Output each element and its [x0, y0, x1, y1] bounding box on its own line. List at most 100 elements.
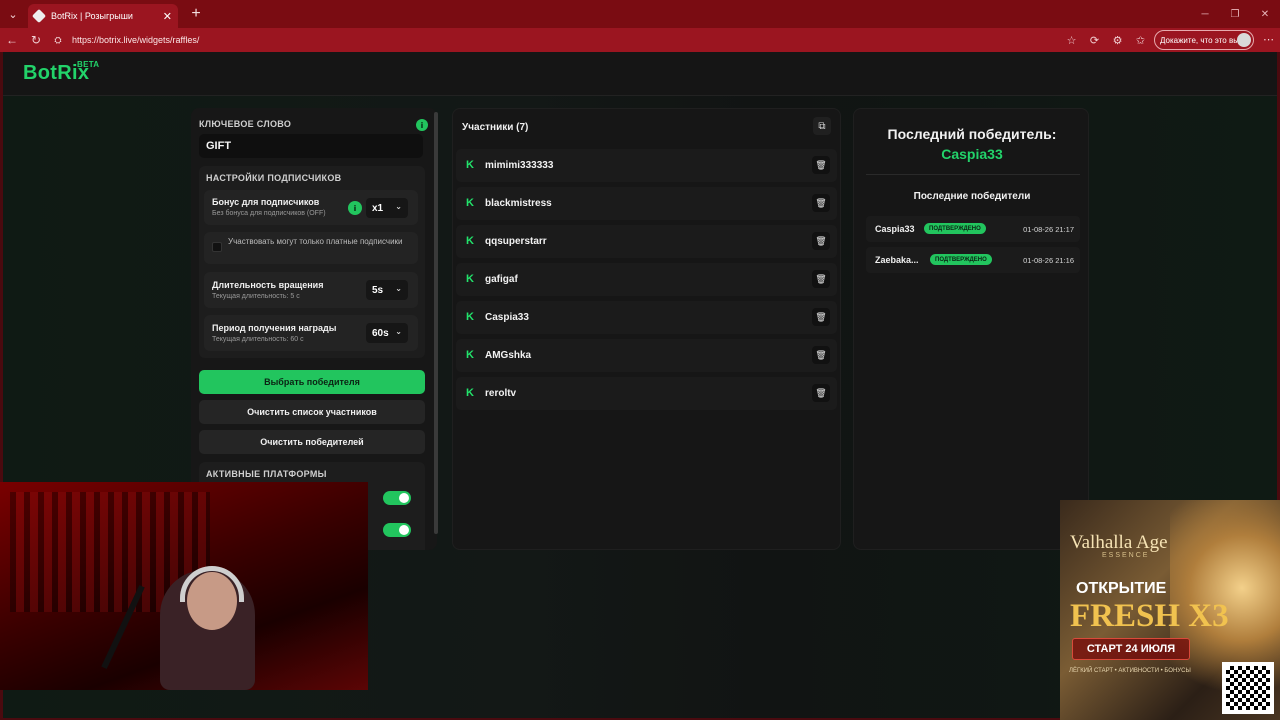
more-menu-icon[interactable]: ⋯: [1263, 33, 1274, 46]
subscriber-settings-section: НАСТРОЙКИ ПОДПИСЧИКОВ Бонус для подписчи…: [199, 166, 425, 358]
new-tab-button[interactable]: +: [184, 2, 208, 26]
window-controls: ─ ❐ ✕: [1190, 0, 1280, 28]
participant-name: qqsuperstarr: [485, 236, 547, 247]
winner-row: Caspia33 ПОДТВЕРЖДЕНО 01-08-26 21:17: [866, 216, 1080, 242]
minimize-icon[interactable]: ─: [1190, 0, 1220, 28]
participant-name: Caspia33: [485, 312, 529, 323]
kick-platform-icon: K: [466, 349, 474, 361]
restore-icon[interactable]: ❐: [1220, 0, 1250, 28]
profile-text: Докажите, что это вы: [1160, 35, 1239, 45]
reward-period-select[interactable]: 60s ⌄: [366, 323, 408, 343]
participant-name: gafigaf: [485, 274, 518, 285]
paid-subs-only-label: Участвовать могут только платные подписч…: [228, 237, 403, 246]
clear-winners-button[interactable]: Очистить победителей: [199, 430, 425, 454]
subscriber-settings-title: НАСТРОЙКИ ПОДПИСЧИКОВ: [206, 173, 342, 183]
botrix-logo[interactable]: BotRix BETA: [23, 60, 99, 85]
paid-subs-only-row[interactable]: Участвовать могут только платные подписч…: [204, 232, 418, 264]
last-winner-title: Последний победитель:: [887, 126, 1057, 142]
pick-winner-button[interactable]: Выбрать победителя: [199, 370, 425, 394]
subscriber-bonus-row: Бонус для подписчиков Без бонуса для под…: [204, 190, 418, 225]
ad-brand-sub: ESSENCE: [1102, 552, 1150, 559]
spin-duration-select[interactable]: 5s ⌄: [366, 280, 408, 300]
chevron-down-icon: ⌄: [395, 202, 402, 211]
kick-platform-icon: K: [466, 197, 474, 209]
ad-line-2: FRESH X3: [1070, 598, 1229, 634]
clear-participants-button[interactable]: Очистить список участников: [199, 400, 425, 424]
participant-row: K Caspia33 🗑: [456, 301, 837, 334]
delete-icon[interactable]: 🗑: [812, 384, 830, 402]
recent-winners-title: Последние победители: [913, 191, 1031, 202]
reward-period-sub: Текущая длительность: 60 с: [212, 336, 304, 343]
close-window-icon[interactable]: ✕: [1250, 0, 1280, 28]
winner-name: Caspia33: [875, 224, 915, 234]
chevron-down-icon: ⌄: [395, 327, 402, 336]
copy-icon[interactable]: ⧉: [813, 117, 831, 135]
ad-line-3: СТАРТ 24 ИЮЛЯ: [1072, 638, 1190, 660]
winner-name: Zaebaka...: [875, 255, 919, 265]
kick-platform-icon: K: [466, 273, 474, 285]
participant-row: K blackmistress 🗑: [456, 187, 837, 220]
favorite-star-icon[interactable]: ☆: [1060, 34, 1083, 47]
status-badge: ПОДТВЕРЖДЕНО: [930, 254, 992, 265]
subscriber-bonus-select[interactable]: x1 ⌄: [366, 198, 408, 218]
qr-code-icon: [1222, 662, 1274, 714]
delete-icon[interactable]: 🗑: [812, 194, 830, 212]
chevron-down-icon: ⌄: [395, 284, 402, 293]
platform-toggle[interactable]: [383, 491, 411, 505]
delete-icon[interactable]: 🗑: [812, 156, 830, 174]
refresh-extension-icon[interactable]: ⟳: [1083, 34, 1106, 47]
reward-period-title: Период получения награды: [212, 323, 337, 333]
browser-tab-bar: ⌄ BotRix | Розыгрыши ✕ + ─ ❐ ✕: [0, 0, 1280, 28]
botrix-favicon-icon: [31, 8, 47, 24]
back-icon[interactable]: ←: [0, 28, 24, 52]
winner-date: 01-08-26 21:17: [1023, 225, 1074, 234]
avatar: [1237, 33, 1251, 47]
delete-icon[interactable]: 🗑: [812, 232, 830, 250]
last-winner-name: Caspia33: [941, 146, 1003, 162]
participant-row: K reroltv 🗑: [456, 377, 837, 410]
active-platforms-title: АКТИВНЫЕ ПЛАТФОРМЫ: [206, 469, 327, 479]
info-icon[interactable]: i: [416, 119, 428, 131]
keyword-input[interactable]: GIFT: [199, 134, 423, 158]
paid-subs-only-checkbox[interactable]: [212, 242, 222, 252]
status-badge: ПОДТВЕРЖДЕНО: [924, 223, 986, 234]
site-header: BotRix BETA: [3, 52, 1277, 96]
bonus-info-icon[interactable]: i: [348, 201, 362, 215]
participants-title: Участники (7): [462, 122, 529, 133]
delete-icon[interactable]: 🗑: [812, 308, 830, 326]
tab-title: BotRix | Розыгрыши: [51, 11, 133, 21]
ad-line-1: ОТКРЫТИЕ: [1076, 580, 1167, 597]
kick-platform-icon: K: [466, 387, 474, 399]
delete-icon[interactable]: 🗑: [812, 270, 830, 288]
subscriber-bonus-sub: Без бонуса для подписчиков (OFF): [212, 210, 326, 217]
spin-duration-sub: Текущая длительность: 5 с: [212, 293, 300, 300]
platform-toggle[interactable]: [383, 523, 411, 537]
site-info-icon[interactable]: ⛭: [52, 34, 64, 46]
profile-button[interactable]: Докажите, что это вы: [1154, 30, 1254, 50]
participant-row: K mimimi333333 🗑: [456, 149, 837, 182]
participant-row: K gafigaf 🗑: [456, 263, 837, 296]
settings-scrollbar[interactable]: [434, 112, 438, 534]
spin-duration-title: Длительность вращения: [212, 280, 324, 290]
winner-date: 01-08-26 21:16: [1023, 256, 1074, 265]
reward-period-row: Период получения награды Текущая длитель…: [204, 315, 418, 351]
participant-name: reroltv: [485, 388, 517, 399]
extensions-icon[interactable]: ⚙: [1106, 34, 1129, 47]
close-tab-icon[interactable]: ✕: [163, 10, 172, 23]
reload-icon[interactable]: ↻: [24, 28, 48, 52]
address-bar[interactable]: ⛭ https://botrix.live/widgets/raffles/: [52, 30, 199, 50]
delete-icon[interactable]: 🗑: [812, 346, 830, 364]
ad-brand: Valhalla Age: [1070, 532, 1168, 553]
participant-name: blackmistress: [485, 198, 552, 209]
favorites-icon[interactable]: ✩: [1129, 34, 1152, 47]
spin-duration-row: Длительность вращения Текущая длительнос…: [204, 272, 418, 308]
browser-toolbar: ← ↻ ⛭ https://botrix.live/widgets/raffle…: [0, 28, 1280, 52]
participant-name: AMGshka: [485, 350, 532, 361]
kick-platform-icon: K: [466, 235, 474, 247]
browser-tab-active[interactable]: BotRix | Розыгрыши ✕: [28, 4, 178, 28]
ad-tagline: ЛЁГКИЙ СТАРТ • АКТИВНОСТИ • БОНУСЫ: [1069, 668, 1191, 674]
keyword-label: КЛЮЧЕВОЕ СЛОВО: [199, 119, 292, 129]
advertisement-banner: Valhalla Age ESSENCE ОТКРЫТИЕ FRESH X3 С…: [1060, 500, 1280, 720]
participant-name: mimimi333333: [485, 160, 554, 171]
tab-list-button[interactable]: ⌄: [0, 0, 26, 28]
